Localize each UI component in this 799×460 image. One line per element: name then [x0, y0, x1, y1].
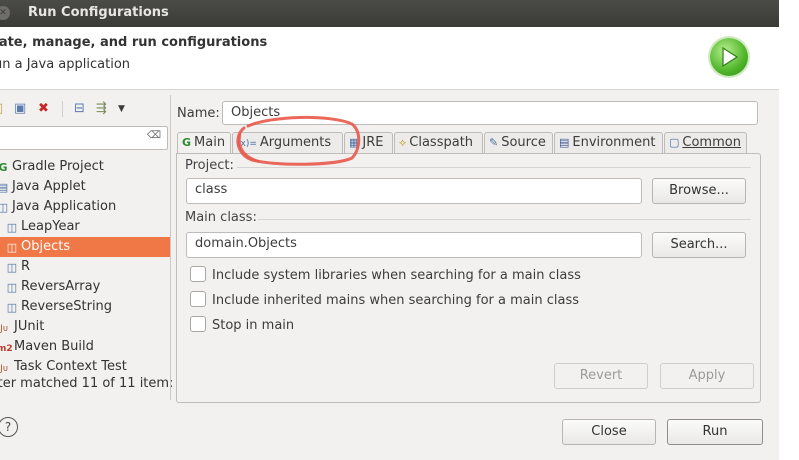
- window-title: Run Configurations: [28, 5, 169, 20]
- tree-item-gradle-project[interactable]: G Gradle Project: [0, 157, 104, 177]
- filter-icon[interactable]: ⇶: [96, 101, 107, 117]
- environment-icon: ▤: [559, 136, 570, 149]
- maven-icon: m2: [0, 344, 13, 354]
- jre-icon: ▦: [349, 136, 360, 149]
- junit-icon: Jᴜ: [0, 324, 8, 334]
- filter-input[interactable]: ⌫: [0, 126, 168, 150]
- java-config-icon: ◫: [6, 281, 18, 294]
- tab-arguments[interactable]: (x)= Arguments: [232, 132, 343, 153]
- java-config-icon: ◫: [6, 301, 18, 314]
- panel-divider[interactable]: [170, 95, 171, 400]
- tab-source[interactable]: ✎ Source: [484, 132, 553, 153]
- classpath-icon: ⟡: [399, 136, 407, 149]
- tree-item-reversarray[interactable]: ◫ ReversArray: [6, 277, 100, 297]
- dialog-banner: eate, manage, and run configurations un …: [0, 27, 779, 90]
- tab-classpath[interactable]: ⟡ Classpath: [394, 132, 483, 153]
- run-logo-icon: [710, 38, 748, 76]
- run-button[interactable]: Run: [667, 419, 763, 445]
- gradle-icon: G: [0, 161, 8, 174]
- java-config-icon: ◫: [6, 221, 18, 234]
- duplicate-icon[interactable]: ▣: [14, 101, 26, 117]
- help-icon[interactable]: ?: [0, 417, 18, 437]
- name-label: Name:: [177, 106, 220, 121]
- filter-status: lter matched 11 of 11 item:: [0, 376, 174, 391]
- java-applet-icon: ▤: [0, 181, 9, 194]
- tree-item-task-context-test[interactable]: Jᴜ Task Context Test: [0, 357, 127, 377]
- common-icon: ▢: [669, 136, 680, 149]
- include-system-libraries-checkbox[interactable]: Include system libraries when searching …: [190, 266, 581, 283]
- tree-item-junit[interactable]: Jᴜ JUnit: [0, 317, 44, 337]
- chevron-down-icon[interactable]: ▼: [118, 101, 125, 117]
- new-config-icon[interactable]: ▯: [0, 101, 3, 117]
- java-application-icon: ◫: [0, 201, 9, 214]
- java-config-icon: ◫: [6, 241, 18, 254]
- main-icon: G: [182, 136, 192, 149]
- tree-item-java-application[interactable]: ◫ Java Application: [0, 197, 116, 217]
- include-inherited-mains-checkbox[interactable]: Include inherited mains when searching f…: [190, 291, 579, 308]
- config-toolbar: ▯ ▣ ✖ ⊟ ⇶ ▼: [0, 97, 170, 121]
- stop-in-main-checkbox[interactable]: Stop in main: [190, 316, 294, 333]
- tree-item-maven-build[interactable]: m2Maven Build: [0, 337, 94, 357]
- banner-subtitle: un a Java application: [0, 57, 131, 72]
- tree-item-java-applet[interactable]: ▤ Java Applet: [0, 177, 86, 197]
- collapse-all-icon[interactable]: ⊟: [74, 101, 85, 117]
- search-button[interactable]: Search...: [652, 232, 746, 258]
- project-group-label: Project:: [185, 158, 234, 173]
- tree-item-r[interactable]: ◫ R: [6, 257, 30, 277]
- apply-button[interactable]: Apply: [660, 363, 754, 389]
- task-context-icon: Jᴜ: [0, 364, 8, 374]
- java-config-icon: ◫: [6, 261, 18, 274]
- main-class-group-label: Main class:: [185, 210, 257, 225]
- banner-heading: eate, manage, and run configurations: [0, 35, 268, 50]
- tab-environment[interactable]: ▤ Environment: [554, 132, 663, 153]
- tree-item-leapyear[interactable]: ◫ LeapYear: [6, 217, 80, 237]
- delete-icon[interactable]: ✖: [38, 101, 49, 117]
- browse-button[interactable]: Browse...: [652, 178, 746, 204]
- window-edge: [779, 0, 799, 460]
- project-input[interactable]: class: [186, 178, 642, 204]
- main-class-input[interactable]: domain.Objects: [186, 232, 642, 258]
- window-close-icon[interactable]: ✕: [0, 6, 10, 20]
- arguments-icon: (x)=: [237, 139, 257, 149]
- revert-button[interactable]: Revert: [554, 363, 648, 389]
- tree-item-objects[interactable]: ◫ Objects: [0, 237, 170, 257]
- name-input[interactable]: Objects: [222, 101, 758, 125]
- tree-item-reversestring[interactable]: ◫ ReverseString: [6, 297, 112, 317]
- source-icon: ✎: [489, 136, 499, 149]
- tab-common[interactable]: ▢ Common: [664, 132, 747, 153]
- tab-jre[interactable]: ▦ JRE: [344, 132, 393, 153]
- tab-main[interactable]: G Main: [177, 132, 231, 153]
- close-button[interactable]: Close: [562, 419, 656, 445]
- clear-filter-icon[interactable]: ⌫: [147, 130, 161, 141]
- title-bar: ✕ Run Configurations: [0, 0, 779, 27]
